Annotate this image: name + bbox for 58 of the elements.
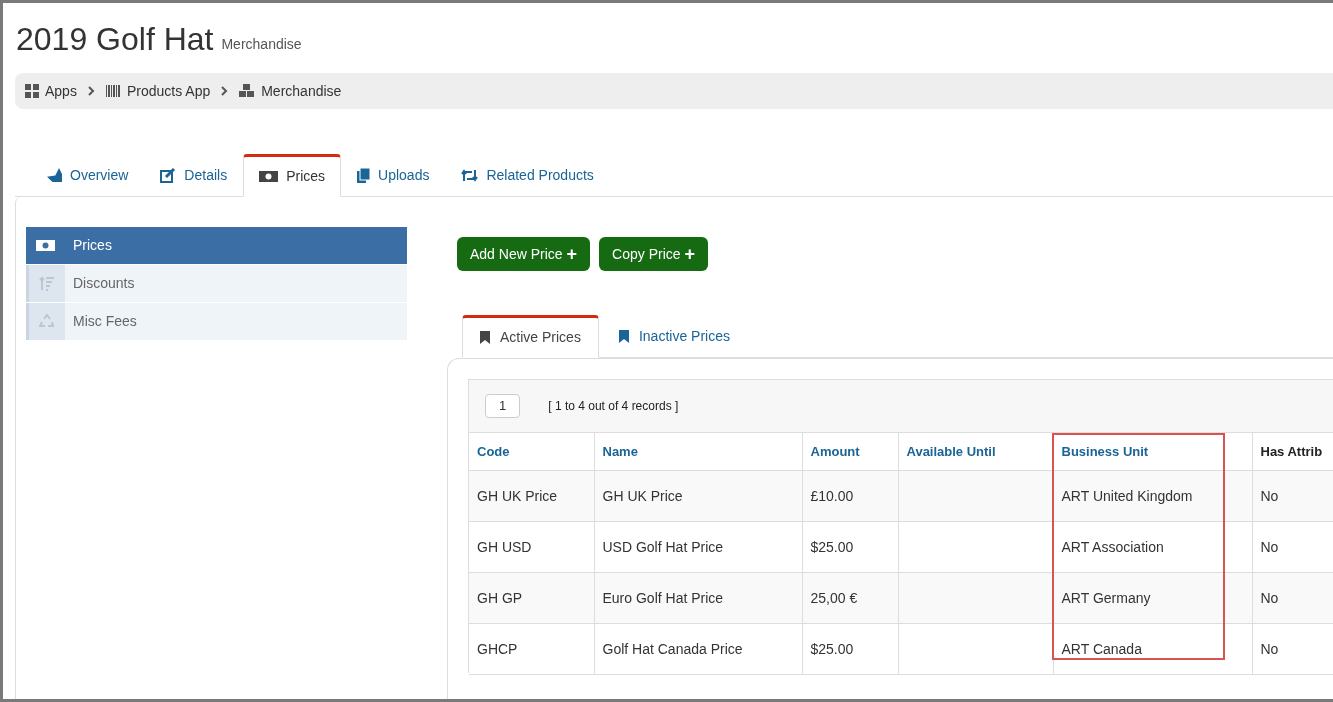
table-cell: No <box>1260 589 1279 606</box>
column-header[interactable]: Has Attrib <box>1252 432 1333 471</box>
table-cell: GHCP <box>477 640 518 657</box>
column-header[interactable]: Available Until <box>898 432 1053 471</box>
sidebar-item[interactable]: Prices <box>26 227 407 264</box>
table-cell: $25.00 <box>810 640 854 657</box>
edit-icon <box>160 167 177 183</box>
table-cell: GH GP <box>477 589 523 606</box>
table-cell: Golf Hat Canada Price <box>602 640 743 657</box>
table-cell: GH UK Price <box>477 487 558 504</box>
table-cell: ART Association <box>1061 538 1164 555</box>
tab[interactable]: Uploads <box>341 154 446 196</box>
column-header[interactable]: Amount <box>802 432 898 471</box>
table-cell: No <box>1260 538 1279 555</box>
swap-arrows-icon <box>461 168 479 182</box>
action-button[interactable]: Copy Price + <box>599 237 709 271</box>
banknote-icon <box>259 171 279 182</box>
table-cell: GH USD <box>477 538 532 555</box>
table-cell: 25,00 € <box>810 589 858 606</box>
tab[interactable]: Active Prices <box>462 315 599 358</box>
files-icon <box>357 167 371 183</box>
breadcrumb-link[interactable]: Apps <box>45 80 77 102</box>
barcode-icon <box>105 85 121 97</box>
breadcrumb-link[interactable]: Merchandise <box>261 80 342 102</box>
table-cell: GH UK Price <box>602 487 683 504</box>
chevron-icon <box>87 86 95 96</box>
bookmark-icon <box>480 331 490 344</box>
table-cell: ART Canada <box>1061 640 1142 657</box>
table-cell: No <box>1260 640 1279 657</box>
table-cell: ART United Kingdom <box>1061 487 1193 504</box>
sort-icon <box>39 276 55 291</box>
page-title: 2019 Golf Hat <box>16 23 214 55</box>
table-cell: Euro Golf Hat Price <box>602 589 724 606</box>
sidebar-item[interactable]: Discounts <box>26 265 407 302</box>
table-cell: No <box>1260 487 1279 504</box>
chevron-icon <box>221 86 229 96</box>
table-cell: ART Germany <box>1061 589 1151 606</box>
tab[interactable]: Overview <box>31 154 145 196</box>
table-cell: £10.00 <box>810 487 854 504</box>
cubes-icon <box>239 84 256 98</box>
action-button[interactable]: Add New Price + <box>457 237 591 271</box>
page-number[interactable]: 1 <box>485 394 521 418</box>
column-header[interactable]: Business Unit <box>1053 432 1252 471</box>
tab[interactable]: Prices <box>243 154 342 197</box>
banknote-icon <box>36 240 55 251</box>
tab[interactable]: Related Products <box>445 154 610 196</box>
sidebar-item[interactable]: Misc Fees <box>26 303 407 340</box>
tab[interactable]: Inactive Prices <box>598 315 750 357</box>
grid-icon <box>25 84 39 98</box>
tab[interactable]: Details <box>144 154 244 196</box>
column-header[interactable]: Code <box>469 432 594 471</box>
records-info: [ 1 to 4 out of 4 records ] <box>548 398 679 415</box>
breadcrumb-link[interactable]: Products App <box>126 80 211 102</box>
bookmark-icon <box>618 329 629 343</box>
table-cell: USD Golf Hat Price <box>602 538 724 555</box>
page-subtitle: Merchandise <box>221 35 302 54</box>
table-cell: $25.00 <box>810 538 854 555</box>
column-header[interactable]: Name <box>594 432 802 471</box>
